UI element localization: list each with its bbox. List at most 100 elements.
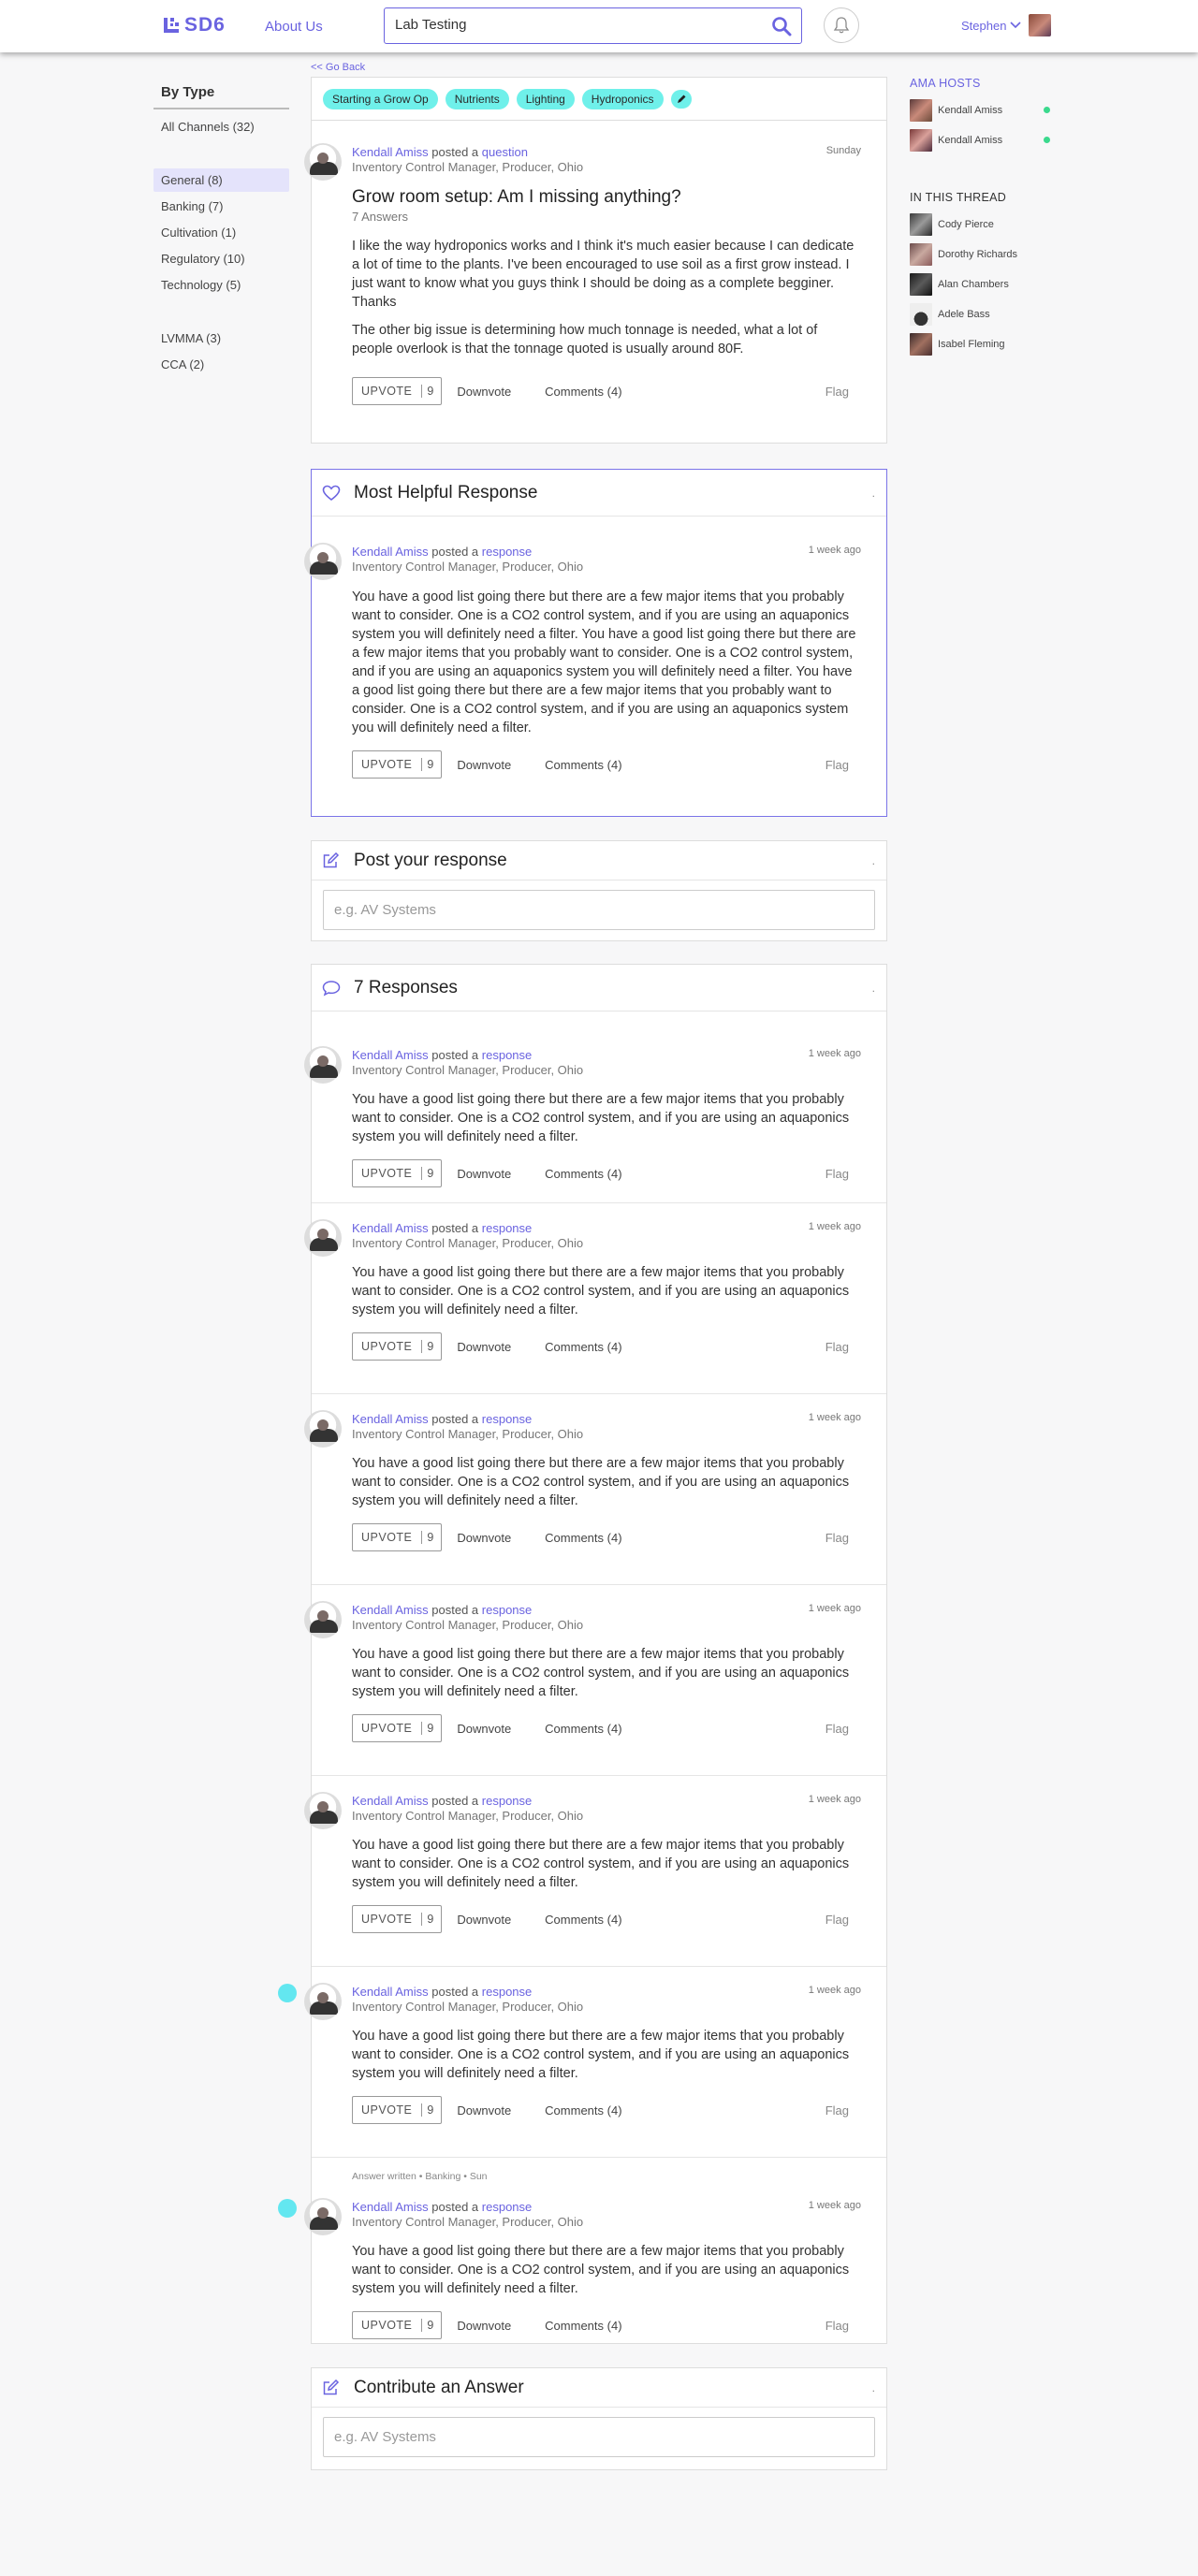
response-input[interactable] bbox=[324, 891, 874, 929]
logo[interactable]: SD6 bbox=[164, 14, 226, 36]
participant-item[interactable]: Adele Bass bbox=[910, 299, 1050, 329]
author-link[interactable]: Kendall Amiss bbox=[352, 1985, 429, 1999]
downvote-button[interactable]: Downvote bbox=[457, 758, 511, 772]
upvote-button[interactable]: UPVOTE 9 bbox=[352, 750, 443, 779]
author-link[interactable]: Kendall Amiss bbox=[352, 145, 429, 159]
post-type-link[interactable]: response bbox=[482, 1048, 532, 1062]
participant-item[interactable]: Alan Chambers bbox=[910, 269, 1050, 299]
downvote-button[interactable]: Downvote bbox=[457, 1913, 511, 1927]
post-meta: Kendall Amiss posted a response 1 week a… bbox=[352, 1794, 886, 1808]
post-meta: Kendall Amiss posted a response 1 week a… bbox=[352, 1048, 886, 1062]
post-type-link[interactable]: response bbox=[482, 545, 532, 559]
flag-button[interactable]: Flag bbox=[825, 1531, 849, 1545]
post-type-link[interactable]: response bbox=[482, 1221, 532, 1235]
author-link[interactable]: Kendall Amiss bbox=[352, 2200, 429, 2214]
tag-chip[interactable]: Starting a Grow Op bbox=[323, 88, 438, 109]
post-type-link[interactable]: question bbox=[482, 145, 528, 159]
flag-button[interactable]: Flag bbox=[825, 2103, 849, 2118]
participant-item[interactable]: Cody Pierce bbox=[910, 210, 1050, 240]
card-menu[interactable]: . bbox=[872, 2381, 875, 2394]
user-menu[interactable]: Stephen bbox=[961, 14, 1052, 36]
answer-input[interactable] bbox=[324, 2418, 874, 2456]
sidebar-item-lvmma[interactable]: LVMMA (3) bbox=[153, 327, 289, 350]
tag-chip[interactable]: Lighting bbox=[516, 88, 575, 109]
post-type-link[interactable]: response bbox=[482, 1603, 532, 1617]
tag-chip[interactable]: Nutrients bbox=[445, 88, 509, 109]
search-icon[interactable] bbox=[771, 16, 792, 36]
author-link[interactable]: Kendall Amiss bbox=[352, 1048, 429, 1062]
author-role: Inventory Control Manager, Producer, Ohi… bbox=[352, 2000, 584, 2014]
comments-link[interactable]: Comments (4) bbox=[545, 758, 621, 772]
comments-link[interactable]: Comments (4) bbox=[545, 1340, 621, 1354]
card-menu[interactable]: . bbox=[872, 982, 875, 995]
post-type-link[interactable]: response bbox=[482, 2200, 532, 2214]
upvote-button[interactable]: UPVOTE 9 bbox=[352, 2096, 443, 2124]
posted-text: posted a bbox=[431, 1985, 479, 1999]
upvote-button[interactable]: UPVOTE 9 bbox=[352, 377, 443, 405]
author-link[interactable]: Kendall Amiss bbox=[352, 1603, 429, 1617]
flag-button[interactable]: Flag bbox=[825, 385, 849, 399]
upvote-button[interactable]: UPVOTE 9 bbox=[352, 1159, 443, 1187]
comments-link[interactable]: Comments (4) bbox=[545, 2319, 621, 2333]
upvote-button[interactable]: UPVOTE 9 bbox=[352, 1714, 443, 1742]
sidebar-item-technology[interactable]: Technology (5) bbox=[153, 273, 289, 297]
comments-link[interactable]: Comments (4) bbox=[545, 1167, 621, 1181]
downvote-button[interactable]: Downvote bbox=[457, 385, 511, 399]
comments-link[interactable]: Comments (4) bbox=[545, 1722, 621, 1736]
downvote-button[interactable]: Downvote bbox=[457, 1340, 511, 1354]
upvote-label: UPVOTE bbox=[361, 1913, 413, 1926]
author-link[interactable]: Kendall Amiss bbox=[352, 1412, 429, 1426]
flag-button[interactable]: Flag bbox=[825, 2319, 849, 2333]
avatar bbox=[910, 213, 932, 236]
author-avatar bbox=[304, 1792, 342, 1829]
sidebar-item-cca[interactable]: CCA (2) bbox=[153, 353, 289, 376]
flag-button[interactable]: Flag bbox=[825, 1167, 849, 1181]
downvote-button[interactable]: Downvote bbox=[457, 2103, 511, 2118]
card-menu[interactable]: . bbox=[872, 854, 875, 867]
upvote-button[interactable]: UPVOTE 9 bbox=[352, 1905, 443, 1933]
sidebar-item-general[interactable]: General (8) bbox=[153, 168, 289, 192]
tag-chip[interactable]: Hydroponics bbox=[581, 88, 664, 109]
card-title: Contribute an Answer bbox=[354, 2377, 524, 2397]
user-avatar[interactable] bbox=[1029, 14, 1052, 36]
sidebar-item-banking[interactable]: Banking (7) bbox=[153, 195, 289, 218]
flag-button[interactable]: Flag bbox=[825, 1913, 849, 1927]
search-input[interactable] bbox=[395, 17, 751, 33]
sidebar-item-regulatory[interactable]: Regulatory (10) bbox=[153, 247, 289, 270]
author-link[interactable]: Kendall Amiss bbox=[352, 1794, 429, 1808]
participant-item[interactable]: Isabel Fleming bbox=[910, 329, 1050, 359]
sidebar-item-cultivation[interactable]: Cultivation (1) bbox=[153, 221, 289, 244]
flag-button[interactable]: Flag bbox=[825, 1722, 849, 1736]
edit-tags-button[interactable] bbox=[670, 89, 692, 109]
host-item[interactable]: Kendall Amiss bbox=[910, 95, 1050, 125]
upvote-label: UPVOTE bbox=[361, 1722, 413, 1735]
upvote-button[interactable]: UPVOTE 9 bbox=[352, 2311, 443, 2339]
post-type-link[interactable]: response bbox=[482, 1985, 532, 1999]
post-actions: UPVOTE 9 Downvote Comments (4) Flag bbox=[352, 1332, 886, 1361]
flag-button[interactable]: Flag bbox=[825, 758, 849, 772]
post-type-link[interactable]: response bbox=[482, 1794, 532, 1808]
sidebar-item-all-channels[interactable]: All Channels (32) bbox=[153, 115, 289, 138]
comments-link[interactable]: Comments (4) bbox=[545, 2103, 621, 2118]
participant-item[interactable]: Dorothy Richards bbox=[910, 240, 1050, 269]
downvote-button[interactable]: Downvote bbox=[457, 1167, 511, 1181]
user-name: Stephen bbox=[961, 18, 1007, 33]
upvote-button[interactable]: UPVOTE 9 bbox=[352, 1523, 443, 1551]
host-item[interactable]: Kendall Amiss bbox=[910, 125, 1050, 155]
notifications-button[interactable] bbox=[824, 7, 859, 43]
about-us-link[interactable]: About Us bbox=[265, 19, 323, 35]
vote-count: 9 bbox=[421, 1531, 433, 1544]
comments-link[interactable]: Comments (4) bbox=[545, 385, 621, 399]
go-back-link[interactable]: << Go Back bbox=[311, 62, 365, 73]
downvote-button[interactable]: Downvote bbox=[457, 1722, 511, 1736]
upvote-button[interactable]: UPVOTE 9 bbox=[352, 1332, 443, 1361]
card-menu[interactable]: . bbox=[872, 487, 875, 500]
post-type-link[interactable]: response bbox=[482, 1412, 532, 1426]
downvote-button[interactable]: Downvote bbox=[457, 2319, 511, 2333]
downvote-button[interactable]: Downvote bbox=[457, 1531, 511, 1545]
comments-link[interactable]: Comments (4) bbox=[545, 1531, 621, 1545]
flag-button[interactable]: Flag bbox=[825, 1340, 849, 1354]
author-link[interactable]: Kendall Amiss bbox=[352, 545, 429, 559]
comments-link[interactable]: Comments (4) bbox=[545, 1913, 621, 1927]
author-link[interactable]: Kendall Amiss bbox=[352, 1221, 429, 1235]
